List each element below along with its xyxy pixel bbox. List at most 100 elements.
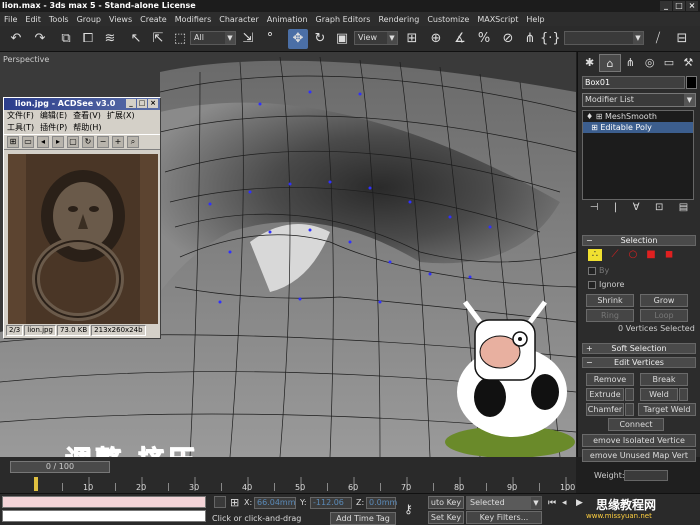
- x-coordinate-field[interactable]: 66.04mm: [254, 497, 296, 509]
- close-button[interactable]: ×: [686, 1, 698, 11]
- remove-modifier-icon[interactable]: ⊡: [655, 202, 663, 216]
- angle-snap-icon[interactable]: ∡: [450, 29, 470, 49]
- reference-coord-dropdown[interactable]: View ▼: [354, 31, 398, 45]
- scale-icon[interactable]: ▣: [332, 29, 352, 49]
- show-end-result-icon[interactable]: |: [614, 202, 617, 216]
- unlink-icon[interactable]: ⧠: [78, 29, 98, 49]
- modify-tab-icon[interactable]: ⌂: [599, 54, 621, 72]
- align-icon[interactable]: ⊟: [672, 29, 692, 49]
- menu-graph-editors[interactable]: Graph Editors: [312, 15, 375, 24]
- make-unique-icon[interactable]: ∀: [633, 202, 640, 216]
- menu-modifiers[interactable]: Modifiers: [171, 15, 216, 24]
- menu-help[interactable]: Help: [522, 15, 548, 24]
- selection-filter-dropdown[interactable]: All ▼: [190, 31, 236, 45]
- ring-button[interactable]: Ring: [586, 309, 634, 322]
- edit-named-selection-icon[interactable]: {·}: [540, 29, 561, 49]
- stack-item-meshsmooth[interactable]: ♦ ⊞ MeshSmooth: [583, 111, 693, 122]
- soft-selection-rollout-header[interactable]: + Soft Selection: [582, 343, 696, 354]
- acdsee-menu-extend[interactable]: 扩展(X): [104, 110, 138, 122]
- menu-edit[interactable]: Edit: [21, 15, 45, 24]
- zoom-fit-icon[interactable]: ⌕: [127, 136, 139, 148]
- menu-file[interactable]: File: [0, 15, 21, 24]
- menu-views[interactable]: Views: [105, 15, 136, 24]
- weight-spinner[interactable]: [624, 470, 668, 481]
- link-icon[interactable]: ⧉: [56, 29, 76, 49]
- go-to-start-icon[interactable]: ⏮: [548, 498, 556, 508]
- ignore-backfacing-checkbox[interactable]: [588, 280, 596, 289]
- acdsee-titlebar[interactable]: lion.jpg - ACDSee v3.0 _ □ ×: [4, 98, 160, 110]
- vertex-subobject-icon[interactable]: ∴: [588, 249, 602, 261]
- shrink-button[interactable]: Shrink: [586, 294, 634, 307]
- move-icon[interactable]: ✥: [288, 29, 308, 49]
- bind-space-warp-icon[interactable]: ≋: [100, 29, 120, 49]
- chamfer-button[interactable]: Chamfer: [586, 403, 624, 416]
- menu-character[interactable]: Character: [215, 15, 263, 24]
- acdsee-menu-plugins[interactable]: 插件(P): [37, 122, 70, 134]
- add-time-tag-button[interactable]: Add Time Tag: [330, 512, 396, 525]
- mirror-icon[interactable]: ⊕: [426, 29, 446, 49]
- acdsee-menu-view[interactable]: 查看(V): [70, 110, 104, 122]
- weld-settings-button[interactable]: [679, 388, 688, 401]
- percent-snap-icon[interactable]: %: [474, 29, 494, 49]
- loop-button[interactable]: Loop: [640, 309, 688, 322]
- acdsee-minimize-button[interactable]: _: [126, 99, 136, 108]
- modifier-list-dropdown[interactable]: Modifier List ▼: [582, 93, 696, 107]
- chamfer-settings-button[interactable]: [625, 403, 634, 416]
- viewport-label[interactable]: Perspective: [3, 55, 49, 64]
- utilities-tab-icon[interactable]: ⚒: [679, 54, 698, 72]
- menu-tools[interactable]: Tools: [45, 15, 73, 24]
- key-icon[interactable]: ⚷: [404, 502, 413, 516]
- ignore-backfacing-option[interactable]: Ignore: [588, 280, 624, 289]
- acdsee-menu-tools[interactable]: 工具(T): [4, 122, 37, 134]
- motion-tab-icon[interactable]: ◎: [640, 54, 659, 72]
- edge-subobject-icon[interactable]: ⟋: [608, 249, 622, 261]
- acdsee-menu-edit[interactable]: 编辑(E): [37, 110, 70, 122]
- select-object-icon[interactable]: ↖: [126, 29, 146, 49]
- selection-rollout-header[interactable]: − Selection: [582, 235, 696, 246]
- zoom-in-icon[interactable]: +: [112, 136, 124, 148]
- play-icon[interactable]: ▶: [576, 498, 583, 508]
- extrude-settings-button[interactable]: [625, 388, 634, 401]
- stack-item-editable-poly[interactable]: ⊞ Editable Poly: [583, 122, 693, 133]
- menu-maxscript[interactable]: MAXScript: [473, 15, 522, 24]
- lightbulb-icon[interactable]: ♦ ⊞: [586, 112, 605, 121]
- display-tab-icon[interactable]: ▭: [659, 54, 678, 72]
- next-image-icon[interactable]: ▸: [52, 136, 64, 148]
- pin-stack-icon[interactable]: ⊣: [590, 202, 599, 216]
- acdsee-maximize-button[interactable]: □: [137, 99, 147, 108]
- named-selection-icon[interactable]: ⋔: [520, 29, 540, 49]
- undo-icon[interactable]: ↶: [6, 29, 26, 49]
- remove-button[interactable]: Remove: [586, 373, 634, 386]
- by-vertex-option[interactable]: By: [588, 266, 609, 275]
- maxscript-listener-input[interactable]: [2, 496, 206, 508]
- previous-frame-icon[interactable]: ◂: [562, 498, 567, 508]
- browse-icon[interactable]: ⊞: [7, 136, 19, 148]
- absolute-mode-icon[interactable]: ⊞: [230, 496, 239, 509]
- menu-animation[interactable]: Animation: [263, 15, 312, 24]
- remove-unused-map-verts-button[interactable]: emove Unused Map Vert: [582, 449, 696, 462]
- maximize-button[interactable]: □: [673, 1, 685, 11]
- target-weld-button[interactable]: Target Weld: [638, 403, 696, 416]
- minimize-button[interactable]: _: [660, 1, 672, 11]
- lock-selection-icon[interactable]: [214, 496, 226, 508]
- remove-isolated-vertices-button[interactable]: emove Isolated Vertice: [582, 434, 696, 447]
- by-vertex-checkbox[interactable]: [588, 266, 596, 275]
- grow-button[interactable]: Grow: [640, 294, 688, 307]
- expand-icon[interactable]: ⊞: [586, 123, 600, 132]
- object-name-field[interactable]: Box01: [582, 76, 685, 89]
- rotate-icon[interactable]: ↻: [310, 29, 330, 49]
- mirror-tool-icon[interactable]: ⧸: [648, 29, 668, 49]
- auto-key-button[interactable]: uto Key: [428, 496, 464, 509]
- prev-image-icon[interactable]: ◂: [37, 136, 49, 148]
- acdsee-menu-file[interactable]: 文件(F): [4, 110, 37, 122]
- acdsee-close-button[interactable]: ×: [148, 99, 158, 108]
- extrude-button[interactable]: Extrude: [586, 388, 624, 401]
- pivot-center-icon[interactable]: ⊞: [402, 29, 422, 49]
- fullscreen-icon[interactable]: ▢: [67, 136, 79, 148]
- object-color-swatch[interactable]: [686, 76, 697, 89]
- create-tab-icon[interactable]: ✱: [580, 54, 599, 72]
- hierarchy-tab-icon[interactable]: ⋔: [621, 54, 640, 72]
- spinner-snap-icon[interactable]: ⊘: [498, 29, 518, 49]
- named-selection-dropdown[interactable]: ▼: [564, 31, 644, 45]
- snapshot-percent-icon[interactable]: °: [260, 29, 280, 49]
